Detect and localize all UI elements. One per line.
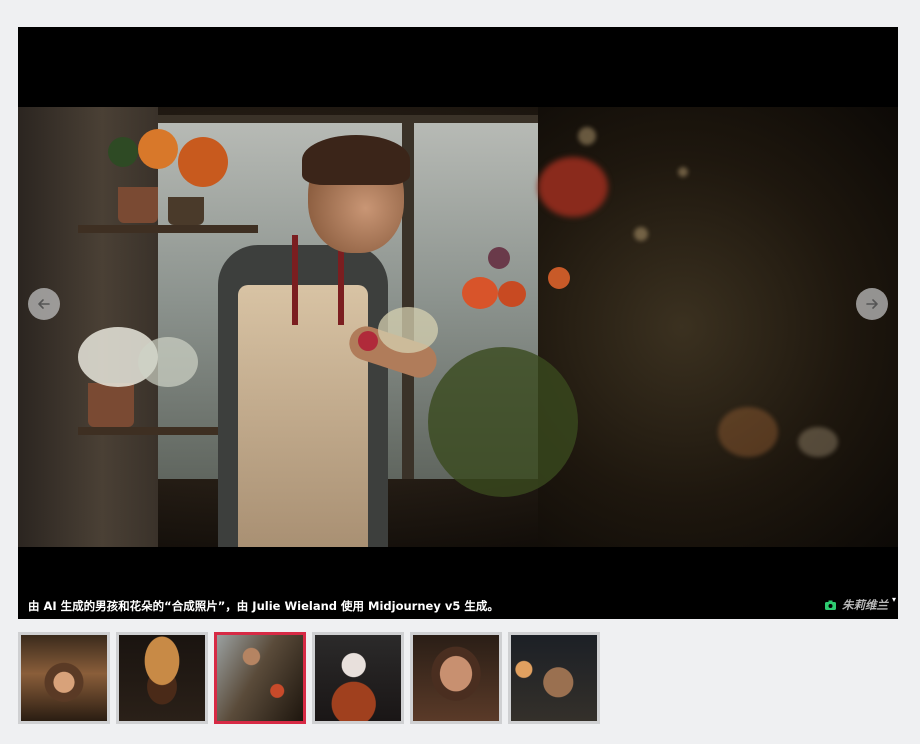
wall-shelf <box>18 107 158 547</box>
previous-image-button[interactable] <box>28 288 60 320</box>
burger-thumbnail[interactable] <box>116 632 208 724</box>
flower-arrangement <box>338 247 618 547</box>
woman-in-diner-thumbnail[interactable] <box>18 632 110 724</box>
image-caption: 由 AI 生成的男孩和花朵的“合成照片”，由 Julie Wieland 使用 … <box>28 599 499 613</box>
clown-thumbnail[interactable] <box>312 632 404 724</box>
camera-icon <box>825 600 836 610</box>
caret-down-icon[interactable]: ▾ <box>892 595 896 604</box>
credit-name: 朱莉维兰 <box>842 598 888 612</box>
main-photo <box>18 107 898 547</box>
image-viewer: 由 AI 生成的男孩和花朵的“合成照片”，由 Julie Wieland 使用 … <box>18 27 898 619</box>
warrior-thumbnail[interactable] <box>508 632 600 724</box>
thumbnail-strip <box>18 632 600 724</box>
arrow-left-icon <box>38 299 50 309</box>
photo-credit[interactable]: 朱莉维兰 ▾ <box>825 595 896 613</box>
next-image-button[interactable] <box>856 288 888 320</box>
boy-with-flowers-thumbnail[interactable] <box>214 632 306 724</box>
woman-portrait-thumbnail[interactable] <box>410 632 502 724</box>
arrow-right-icon <box>866 299 878 309</box>
